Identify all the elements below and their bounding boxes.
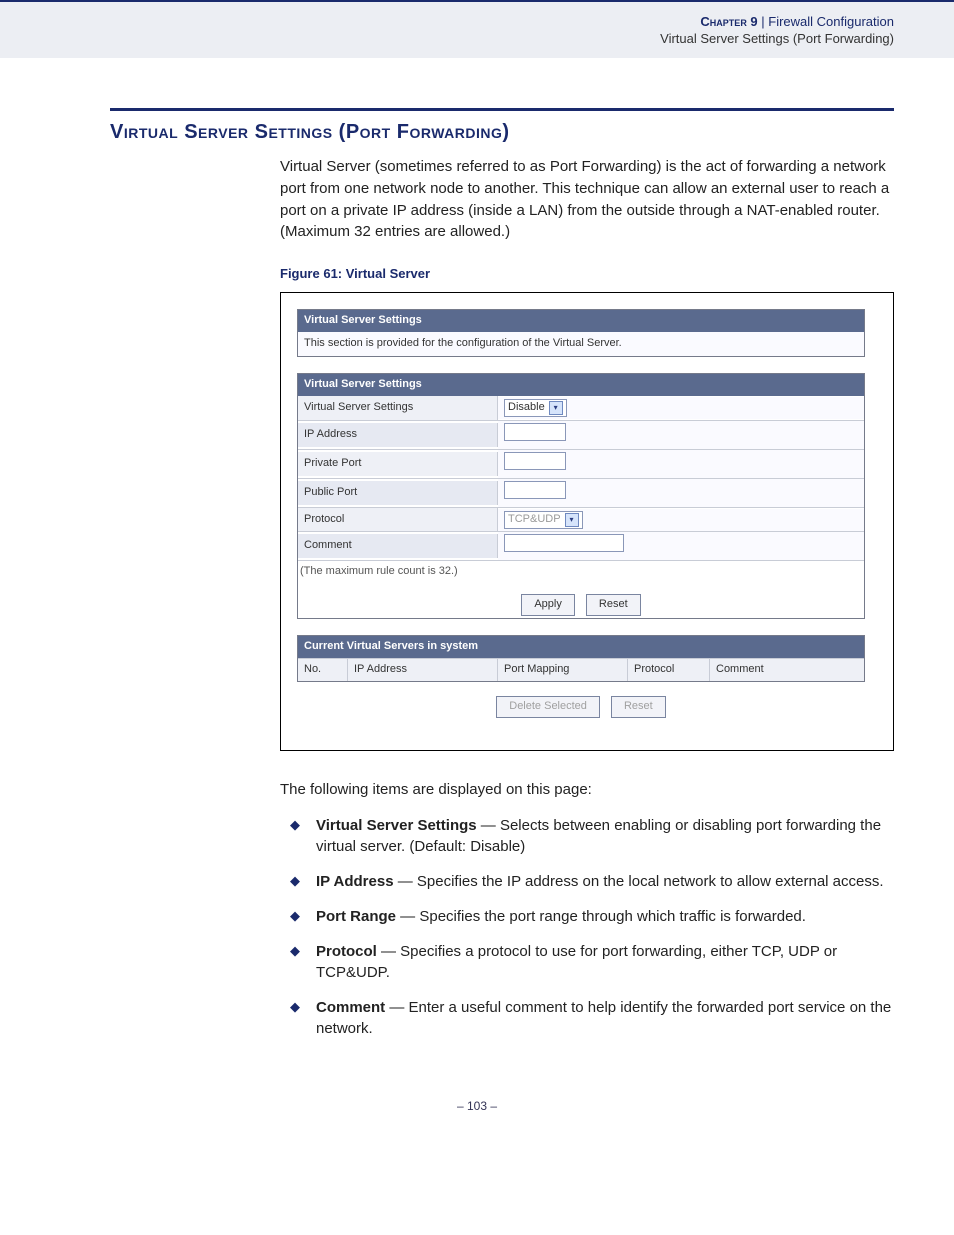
vss-select[interactable]: Disable ▾ (504, 399, 567, 417)
item-term: Virtual Server Settings (316, 817, 477, 834)
page-number: – 103 – (0, 1099, 954, 1133)
protocol-select-value: TCP&UDP (508, 512, 561, 528)
item-term: Port Range (316, 908, 396, 925)
figure-caption: Figure 61: Virtual Server (280, 265, 894, 284)
chapter-title: Firewall Configuration (768, 14, 894, 29)
vss-select-value: Disable (508, 400, 545, 416)
header-subtitle: Virtual Server Settings (Port Forwarding… (0, 31, 894, 46)
page-header: Chapter 9 | Firewall Configuration Virtu… (0, 0, 954, 58)
th-comment: Comment (710, 659, 864, 681)
figure-box: Virtual Server Settings This section is … (280, 292, 894, 751)
row-private-port-label: Private Port (298, 452, 498, 476)
row-protocol-label: Protocol (298, 508, 498, 532)
section-title: Virtual Server Settings (Port Forwarding… (110, 121, 894, 144)
panel1-title: Virtual Server Settings (298, 310, 864, 332)
delete-selected-button[interactable]: Delete Selected (496, 696, 600, 718)
max-rule-note: (The maximum rule count is 32.) (298, 560, 864, 586)
after-figure-intro: The following items are displayed on thi… (280, 779, 894, 801)
list-item: IP Address — Specifies the IP address on… (280, 871, 894, 892)
panel1-desc: This section is provided for the configu… (298, 332, 864, 356)
th-no: No. (298, 659, 348, 681)
th-proto: Protocol (628, 659, 710, 681)
item-desc: — Specifies a protocol to use for port f… (316, 943, 837, 981)
th-ip: IP Address (348, 659, 498, 681)
item-desc: — Enter a useful comment to help identif… (316, 999, 891, 1037)
item-desc: — Specifies the IP address on the local … (394, 873, 884, 890)
reset-button[interactable]: Reset (586, 594, 641, 616)
private-port-input[interactable] (504, 452, 566, 470)
table-title: Current Virtual Servers in system (298, 636, 864, 658)
list-item: Comment — Enter a useful comment to help… (280, 997, 894, 1039)
ip-input[interactable] (504, 423, 566, 441)
apply-button[interactable]: Apply (521, 594, 575, 616)
row-public-port-label: Public Port (298, 481, 498, 505)
list-item: Virtual Server Settings — Selects betwee… (280, 815, 894, 857)
row-comment-label: Comment (298, 534, 498, 558)
item-term: Protocol (316, 943, 377, 960)
item-term: IP Address (316, 873, 394, 890)
protocol-select[interactable]: TCP&UDP ▾ (504, 511, 583, 529)
items-list: Virtual Server Settings — Selects betwee… (280, 815, 894, 1039)
list-item: Port Range — Specifies the port range th… (280, 906, 894, 927)
item-desc: — Specifies the port range through which… (396, 908, 806, 925)
section-rule (110, 108, 894, 111)
row-ip-label: IP Address (298, 423, 498, 447)
panel-settings: Virtual Server Settings Virtual Server S… (297, 373, 865, 620)
th-port: Port Mapping (498, 659, 628, 681)
chevron-down-icon: ▾ (565, 513, 579, 527)
reset2-button[interactable]: Reset (611, 696, 666, 718)
list-item: Protocol — Specifies a protocol to use f… (280, 941, 894, 983)
panel2-title: Virtual Server Settings (298, 374, 864, 396)
comment-input[interactable] (504, 534, 624, 552)
item-term: Comment (316, 999, 385, 1016)
header-separator: | (758, 14, 769, 29)
chapter-label: Chapter 9 (700, 14, 757, 29)
public-port-input[interactable] (504, 481, 566, 499)
section-intro: Virtual Server (sometimes referred to as… (280, 156, 894, 243)
row-vss-label: Virtual Server Settings (298, 396, 498, 420)
chevron-down-icon: ▾ (549, 401, 563, 415)
panel-description: Virtual Server Settings This section is … (297, 309, 865, 357)
current-servers-table: Current Virtual Servers in system No. IP… (297, 635, 865, 682)
